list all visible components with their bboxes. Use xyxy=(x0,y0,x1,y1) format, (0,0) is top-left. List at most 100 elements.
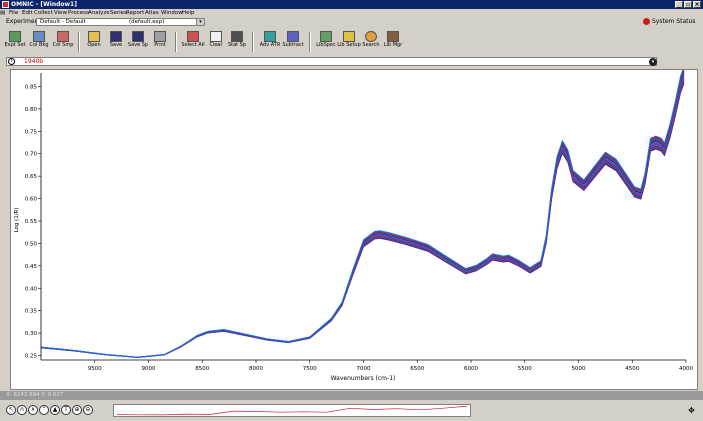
select-arrow-icon[interactable]: ↖ xyxy=(6,405,16,415)
menu-edit[interactable]: Edit xyxy=(22,9,33,17)
zoom-out-icon[interactable]: ⊖ xyxy=(83,405,93,415)
spectrum-plot-window[interactable]: 0.25 0.30 0.35 0.40 0.45 0.50 0.55 0.60 0.65 0.70… xyxy=(10,66,698,390)
x-tick-label: 7000 xyxy=(357,366,371,372)
system-status-label[interactable]: System Status xyxy=(652,18,695,26)
region-tool-icon[interactable]: ∩ xyxy=(17,405,27,415)
chevron-down-icon[interactable]: ▾ xyxy=(196,19,204,25)
close-icon[interactable]: × xyxy=(693,1,701,8)
spectrum-line[interactable] xyxy=(40,75,685,358)
spectrum-line[interactable] xyxy=(40,71,685,358)
restore-icon[interactable]: ▫ xyxy=(684,1,692,8)
toolbar-button-save-sp[interactable]: Save Sp xyxy=(126,31,150,53)
spectrum-line[interactable] xyxy=(40,82,685,358)
toolbar-button-expt-set[interactable]: Expt Set xyxy=(3,31,27,53)
collect-background-icon xyxy=(33,31,45,42)
status-line: X: 8242.694 Y: 0.627 xyxy=(0,391,703,400)
peak-area-icon[interactable]: ⌃ xyxy=(39,405,49,415)
experiment-select[interactable]: Default - Default (default.exp) ▾ xyxy=(36,18,205,26)
x-tick-label: 7500 xyxy=(303,366,317,372)
toolbar-button-lib-setup[interactable]: Lib Setup xyxy=(337,31,361,53)
spectrum-line[interactable] xyxy=(40,81,685,358)
spectrum-line[interactable] xyxy=(40,83,685,358)
label-tool-icon[interactable]: ▲ xyxy=(50,405,60,415)
menu-view[interactable]: View xyxy=(54,9,67,17)
x-tick-label: 8000 xyxy=(249,366,263,372)
x-tick-label: 6000 xyxy=(464,366,478,372)
library-spectra-icon xyxy=(320,31,332,42)
menu-file[interactable]: File xyxy=(9,9,18,17)
library-setup-icon xyxy=(343,31,355,42)
spectrum-line[interactable] xyxy=(40,69,685,358)
spectrum-line[interactable] xyxy=(40,70,685,358)
title-bar: OMNIC - [Window1] _ ▫ × xyxy=(0,0,703,9)
toolbar-button-open[interactable]: Open xyxy=(82,31,106,53)
spectrum-line[interactable] xyxy=(40,77,685,358)
toolbar-button-libspec[interactable]: LibSpec xyxy=(314,31,338,53)
main-toolbar: Expt Set Col Bkg Col Smp Open Save Save … xyxy=(0,29,703,53)
toolbar-button-adv-atr[interactable]: Adv ATR xyxy=(258,31,282,53)
experiment-value: Default - Default xyxy=(40,19,86,25)
y-tick-label: 0.55 xyxy=(25,219,38,225)
toolbar-button-col-smp[interactable]: Col Smp xyxy=(51,31,75,53)
omnic-app-icon xyxy=(2,1,9,8)
spectrum-chart[interactable]: 0.25 0.30 0.35 0.40 0.45 0.50 0.55 0.60 0.65 0.70… xyxy=(11,66,697,389)
save-spectrum-icon xyxy=(132,31,144,42)
menu-doc-icon[interactable]: ▤ xyxy=(0,9,5,17)
experiment-bar: Experiment Default - Default (default.ex… xyxy=(0,17,703,27)
menu-help[interactable]: Help xyxy=(182,9,195,17)
menu-process[interactable]: Process xyxy=(68,9,89,17)
spectrum-line[interactable] xyxy=(40,67,685,358)
x-tick-label: 5500 xyxy=(518,366,532,372)
menu-report[interactable]: Report xyxy=(126,9,144,17)
spectrum-line[interactable] xyxy=(40,76,685,358)
spectrum-line[interactable] xyxy=(40,66,685,358)
toolbar-button-lib-mgr[interactable]: Lib Mgr xyxy=(381,31,405,53)
toolbar-button-search[interactable]: Search xyxy=(359,31,383,53)
spectrum-line[interactable] xyxy=(40,74,685,358)
y-axis-label: Log (1/R) xyxy=(14,207,20,232)
spectrum-selector[interactable]: i 1940b xyxy=(6,57,657,66)
y-tick-label: 0.50 xyxy=(25,241,38,247)
x-tick-label: 8500 xyxy=(195,366,209,372)
save-disk-icon xyxy=(110,31,122,42)
mini-spectrum-overview[interactable] xyxy=(113,404,471,417)
spectrum-line[interactable] xyxy=(40,68,685,358)
menu-collect[interactable]: Collect xyxy=(34,9,53,17)
minimize-icon[interactable]: _ xyxy=(675,1,683,8)
chevron-down-icon[interactable]: ▾ xyxy=(649,58,657,66)
mini-spectrum-line xyxy=(116,405,468,416)
advanced-atr-icon xyxy=(264,31,276,42)
spectrum-line[interactable] xyxy=(40,73,685,358)
menu-window[interactable]: Window xyxy=(161,9,183,17)
pan-tool-icon[interactable]: ✥ xyxy=(686,406,697,416)
menu-series[interactable]: Series xyxy=(110,9,127,17)
y-tick-label: 0.80 xyxy=(25,107,38,113)
toolbar-button-col-bkg[interactable]: Col Bkg xyxy=(27,31,51,53)
peak-height-icon[interactable]: ∧ xyxy=(28,405,38,415)
select-all-icon xyxy=(187,31,199,42)
window-title: OMNIC - [Window1] xyxy=(11,1,77,8)
collect-sample-icon xyxy=(57,31,69,42)
x-tick-label: 4500 xyxy=(625,366,639,372)
toolbar-button-save[interactable]: Save xyxy=(104,31,128,53)
spectrum-line[interactable] xyxy=(40,79,685,358)
spectrum-line[interactable] xyxy=(40,78,685,358)
subtract-icon xyxy=(287,31,299,42)
mini-spectrum-chart xyxy=(116,405,468,416)
toolbar-button-subtract[interactable]: Subtract xyxy=(281,31,305,53)
text-tool-icon[interactable]: T xyxy=(61,405,71,415)
x-axis-label: Wavenumbers (cm-1) xyxy=(331,375,396,382)
toolbar-button-print[interactable]: Print xyxy=(148,31,172,53)
system-status-icon[interactable] xyxy=(643,18,650,25)
toolbar-button-select-all[interactable]: Select All xyxy=(181,31,205,53)
spectrum-line[interactable] xyxy=(40,80,685,358)
menu-atlas[interactable]: Atlas xyxy=(145,9,159,17)
zoom-tool-icon[interactable]: ⊕ xyxy=(72,405,82,415)
spectrum-info-icon[interactable]: i xyxy=(8,58,15,65)
clear-icon xyxy=(210,31,222,42)
spectrum-line[interactable] xyxy=(40,72,685,358)
toolbar-button-stat-sp[interactable]: Stat Sp xyxy=(225,31,249,53)
menu-bar: ▤ File Edit Collect View Process Analyze… xyxy=(0,9,703,17)
menu-analyze[interactable]: Analyze xyxy=(88,9,110,17)
printer-icon xyxy=(154,31,166,42)
